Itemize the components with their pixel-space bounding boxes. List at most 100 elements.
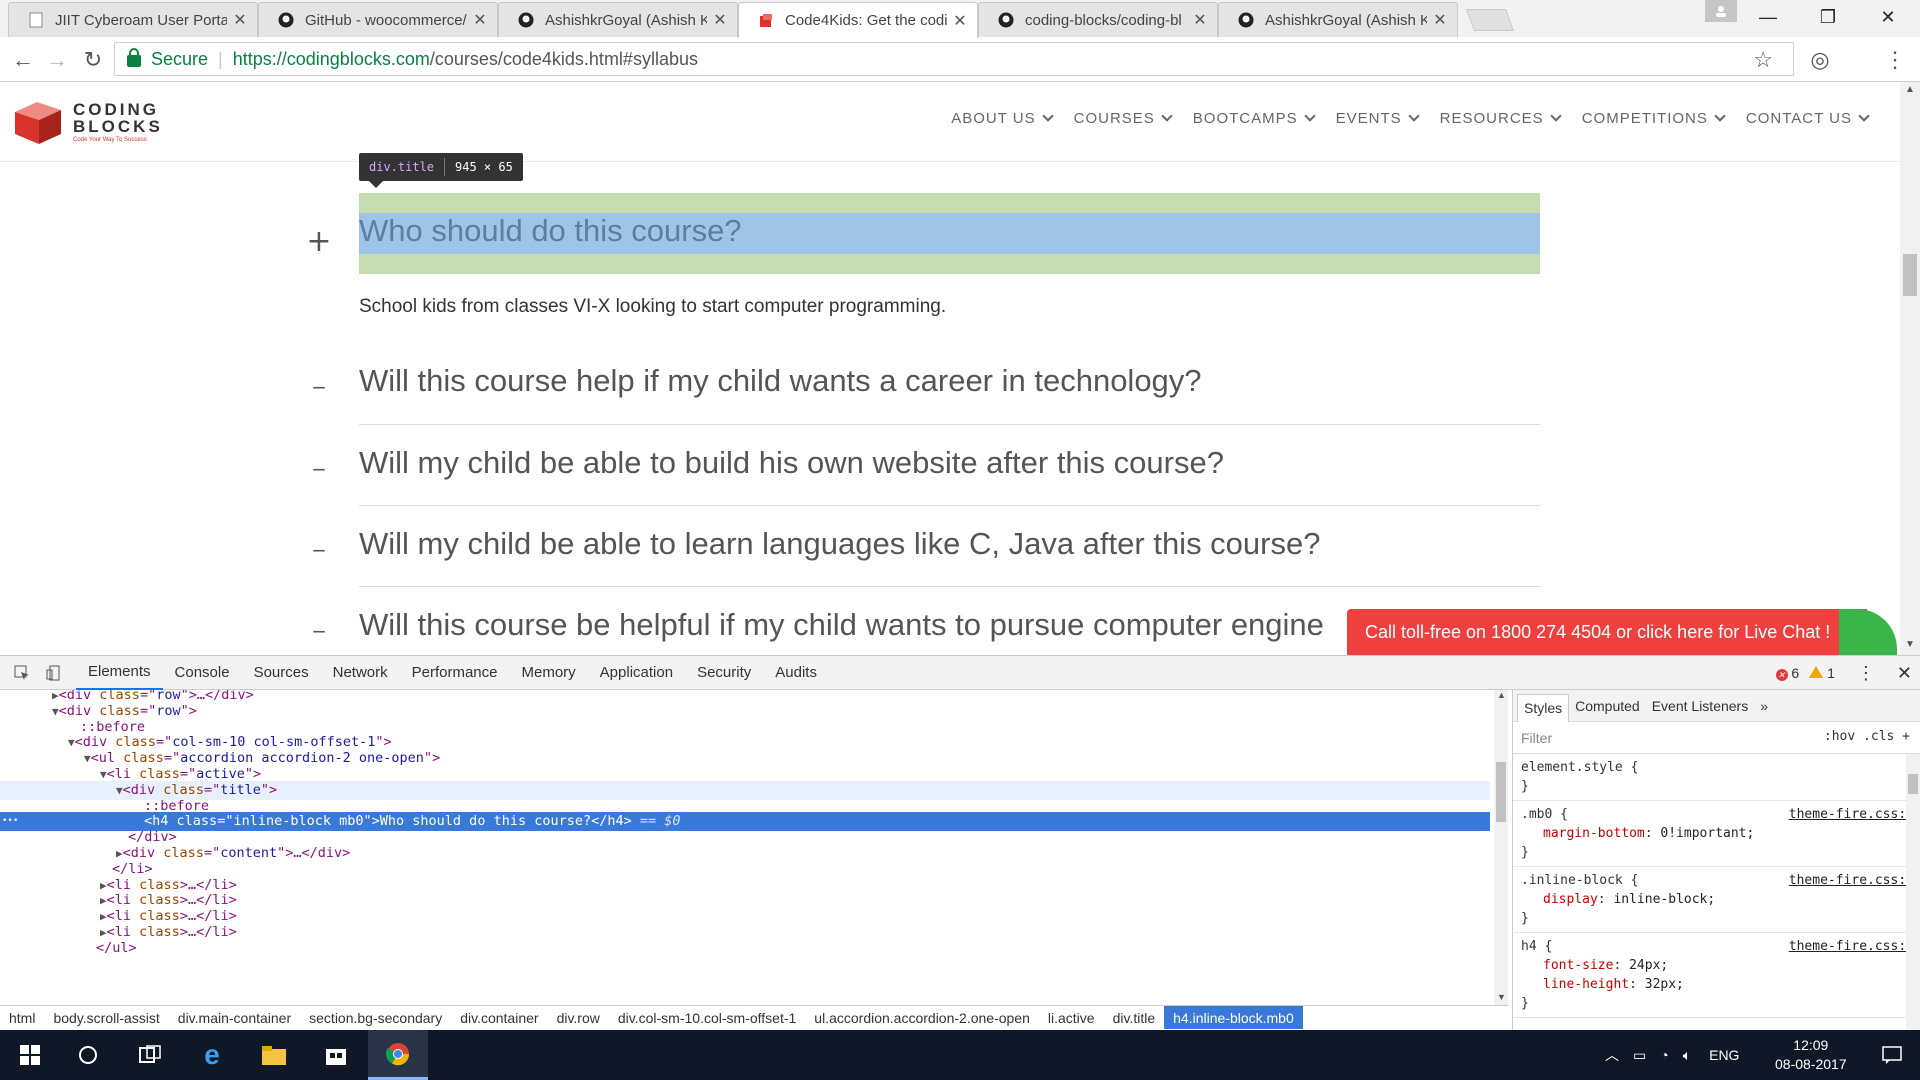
faq-collapse-icon[interactable]: _	[306, 364, 332, 389]
nav-competitions[interactable]: COMPETITIONS	[1582, 109, 1726, 127]
task-view-icon[interactable]	[120, 1030, 180, 1080]
browser-tab[interactable]: AshishkrGoyal (Ashish Ku ✕	[1218, 2, 1458, 37]
volume-icon[interactable]: 🔈︎	[1683, 1047, 1691, 1064]
restore-icon[interactable]: ❐	[1800, 0, 1856, 34]
reload-icon[interactable]: ↻	[78, 45, 108, 75]
css-rule[interactable]: element.style {}	[1513, 754, 1920, 801]
faq-collapse-icon[interactable]: _	[306, 446, 332, 471]
browser-tab[interactable]: coding-blocks/coding-bl ✕	[978, 2, 1218, 37]
nav-events[interactable]: EVENTS	[1336, 109, 1420, 127]
tab-memory[interactable]: Memory	[510, 656, 588, 690]
elements-scrollbar[interactable]: ▲ ▼	[1494, 690, 1508, 1005]
tab-network[interactable]: Network	[321, 656, 400, 690]
browser-tab[interactable]: JIIT Cyberoam User Porta ✕	[8, 2, 258, 37]
breadcrumb-item[interactable]: ul.accordion.accordion-2.one-open	[805, 1006, 1039, 1029]
scroll-down-icon[interactable]: ▼	[1905, 639, 1915, 650]
tray-expand-icon[interactable]: ︿	[1605, 1045, 1619, 1065]
scroll-up-icon[interactable]: ▲	[1905, 84, 1915, 95]
browser-tab[interactable]: GitHub - woocommerce/ ✕	[258, 2, 498, 37]
faq-collapse-icon[interactable]: _	[306, 608, 332, 633]
forward-arrow-icon[interactable]: →	[42, 45, 72, 75]
faq-collapse-icon[interactable]: _	[306, 527, 332, 552]
close-tab-icon[interactable]: ✕	[713, 10, 727, 30]
scroll-down-icon[interactable]: ▼	[1497, 992, 1506, 1002]
css-property[interactable]: margin-bottom: 0!important;	[1521, 824, 1912, 843]
styles-filter-input[interactable]: Filter :hov .cls +	[1513, 722, 1920, 754]
css-rule[interactable]: h4 {theme-fire.css:1 font-size: 24px; line…	[1513, 933, 1920, 1018]
scroll-up-icon[interactable]: ▲	[1497, 690, 1506, 700]
css-source-link[interactable]: theme-fire.css:1	[1789, 805, 1914, 824]
scrollbar-thumb[interactable]	[1903, 254, 1917, 296]
user-profile-icon[interactable]	[1705, 0, 1737, 22]
close-window-icon[interactable]: ✕	[1860, 0, 1916, 34]
filter-options[interactable]: :hov .cls +	[1824, 729, 1910, 744]
elements-tree[interactable]: ▶<div class="row">…</div> ▼<div class="ro…	[0, 690, 1508, 1005]
close-tab-icon[interactable]: ✕	[1193, 10, 1207, 30]
breadcrumb-item[interactable]: div.main-container	[169, 1006, 300, 1029]
browser-tab-active[interactable]: Code4Kids: Get the codin ✕	[738, 2, 978, 38]
tab-elements[interactable]: Elements	[76, 656, 163, 690]
css-rule[interactable]: .mb0 {theme-fire.css:1 margin-bottom: 0!i…	[1513, 801, 1920, 867]
close-tab-icon[interactable]: ✕	[473, 10, 487, 30]
windows-start-icon[interactable]	[0, 1030, 60, 1080]
scrollbar-thumb[interactable]	[1496, 762, 1506, 822]
nav-resources[interactable]: RESOURCES	[1440, 109, 1562, 127]
page-scrollbar[interactable]: ▲ ▼	[1900, 82, 1920, 655]
breadcrumb-item[interactable]: div.col-sm-10.col-sm-offset-1	[609, 1006, 805, 1029]
nav-about-us[interactable]: ABOUT US	[951, 109, 1054, 127]
close-tab-icon[interactable]: ✕	[1433, 10, 1447, 30]
edge-browser-icon[interactable]: e	[182, 1030, 242, 1080]
search-icon[interactable]	[58, 1030, 118, 1080]
battery-icon[interactable]: ▭	[1633, 1047, 1646, 1064]
breadcrumb-item[interactable]: body.scroll-assist	[44, 1006, 168, 1029]
css-source-link[interactable]: theme-fire.css:1	[1789, 937, 1914, 956]
breadcrumb-item[interactable]: div.container	[451, 1006, 547, 1029]
faq-question[interactable]: Will my child be able to build his own w…	[359, 445, 1224, 481]
tab-sources[interactable]: Sources	[242, 656, 321, 690]
tab-audits[interactable]: Audits	[763, 656, 829, 690]
breadcrumb-item[interactable]: li.active	[1039, 1006, 1104, 1029]
faq-question[interactable]: Will this course be helpful if my child …	[359, 607, 1324, 643]
tab-security[interactable]: Security	[685, 656, 763, 690]
dom-node-row[interactable]: </ul>	[0, 939, 1490, 958]
breadcrumb-item[interactable]: section.bg-secondary	[300, 1006, 451, 1029]
styles-scrollbar[interactable]	[1906, 754, 1920, 1031]
tab-console[interactable]: Console	[163, 656, 242, 690]
tab-application[interactable]: Application	[588, 656, 685, 690]
chrome-icon[interactable]	[368, 1030, 428, 1080]
tab-computed[interactable]: Computed	[1569, 690, 1646, 722]
language-indicator[interactable]: ENG	[1709, 1047, 1739, 1063]
breadcrumb-item[interactable]: div.title	[1104, 1006, 1165, 1029]
error-count-badge[interactable]: ✕ 6	[1775, 665, 1799, 682]
faq-question[interactable]: Will my child be able to learn languages…	[359, 526, 1320, 562]
live-chat-button[interactable]: Call toll-free on 1800 274 4504 or click…	[1347, 609, 1897, 655]
nav-bootcamps[interactable]: BOOTCAMPS	[1193, 109, 1316, 127]
warning-count-badge[interactable]: 1	[1809, 665, 1835, 681]
notifications-icon[interactable]	[1862, 1030, 1920, 1080]
new-tab-button[interactable]	[1465, 9, 1515, 31]
address-bar[interactable]: Secure | https://codingblocks.com/course…	[114, 42, 1794, 76]
tab-styles[interactable]: Styles	[1517, 693, 1570, 722]
css-property[interactable]: font-size: 24px;	[1521, 956, 1912, 975]
clock[interactable]: 12:09 08-08-2017	[1775, 1036, 1847, 1074]
more-tabs-icon[interactable]: »	[1754, 690, 1774, 722]
menu-dots-icon[interactable]: ⋮	[1880, 45, 1910, 75]
nav-courses[interactable]: COURSES	[1074, 109, 1173, 127]
browser-tab[interactable]: AshishkrGoyal (Ashish Ku ✕	[498, 2, 738, 37]
inspect-element-icon[interactable]	[12, 663, 32, 683]
faq-question[interactable]: Will this course help if my child wants …	[359, 363, 1202, 399]
nav-contact-us[interactable]: CONTACT US	[1746, 109, 1870, 127]
devtools-menu-icon[interactable]: ⋮	[1857, 663, 1875, 684]
close-tab-icon[interactable]: ✕	[233, 10, 247, 30]
close-tab-icon[interactable]: ✕	[953, 11, 967, 31]
extension-icon[interactable]: ◎	[1805, 45, 1835, 75]
breadcrumb-item[interactable]: div.row	[548, 1006, 609, 1029]
bookmark-star-icon[interactable]: ☆	[1753, 47, 1773, 73]
wifi-icon[interactable]: ◔	[1660, 1047, 1668, 1063]
css-property[interactable]: display: inline-block;	[1521, 890, 1912, 909]
breadcrumb-item[interactable]: h4.inline-block.mb0	[1164, 1006, 1303, 1029]
css-source-link[interactable]: theme-fire.css:1	[1789, 871, 1914, 890]
css-property[interactable]: line-height: 32px;	[1521, 975, 1912, 994]
close-devtools-icon[interactable]: ✕	[1897, 663, 1912, 684]
minimize-icon[interactable]: —	[1740, 0, 1796, 34]
